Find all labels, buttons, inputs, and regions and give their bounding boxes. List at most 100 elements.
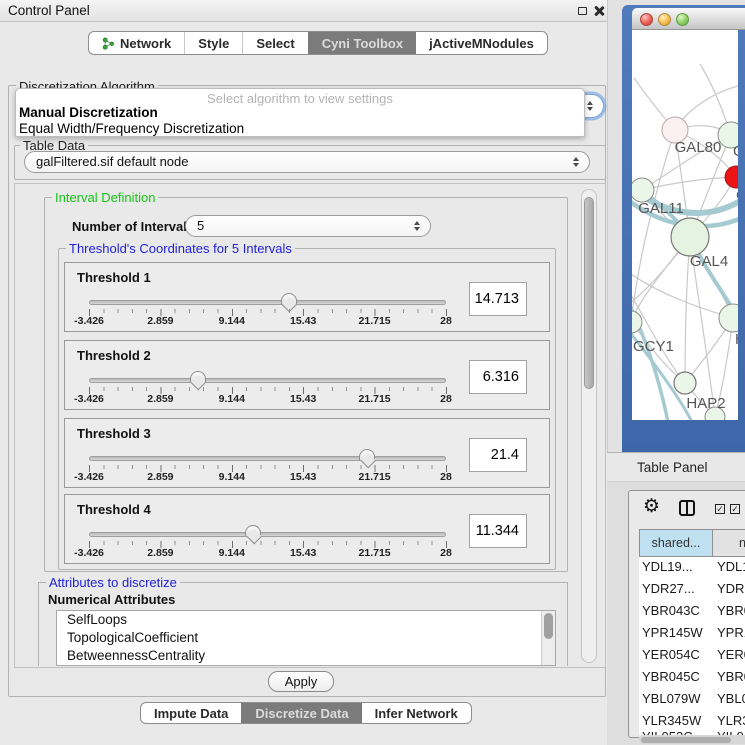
tick-label: 15.43 [290,315,316,327]
tick-label: 9.144 [219,315,245,327]
table-data-combobox[interactable]: galFiltered.sif default node [24,151,590,173]
apply-button[interactable]: Apply [268,671,334,692]
node-label-gcy1: GCY1 [633,338,674,355]
table-row[interactable]: YBR045CYBR0 [639,669,745,691]
threshold-3-panel: Threshold 3 -3.426 2.859 9.144 15.43 21.… [64,418,550,488]
network-canvas[interactable]: GAL80 G C GAL11 GAL4 GCY1 H HAP2 [632,30,738,420]
network-graph: GAL80 G C GAL11 GAL4 GCY1 H HAP2 [632,30,738,420]
tick-label: -3.426 [74,471,104,483]
algorithm-option-manual[interactable]: Manual Discretization [19,105,581,120]
table-row[interactable]: YDL19...YDL1 [639,559,745,581]
threshold-3-value-field[interactable]: 21.4 [469,438,527,472]
tab-discretize-data[interactable]: Discretize Data [241,703,361,723]
threshold-2-panel: Threshold 2 -3.426 2.859 9.144 15.43 21.… [64,340,550,410]
checkbox-icon[interactable]: ✓ [730,504,740,514]
threshold-2-label: Threshold 2 [77,348,151,363]
combo-arrows-icon [587,101,593,111]
number-of-intervals-combobox[interactable]: 5 [185,215,431,237]
tick-label: 28 [440,547,452,559]
tick-label: -3.426 [74,315,104,327]
number-of-intervals-label: Number of Intervals [72,219,194,234]
close-icon[interactable] [593,5,605,17]
node-label-clipped-top: G [733,143,738,160]
settings-vertical-scrollbar[interactable] [581,189,597,663]
tick-label: 21.715 [359,393,391,405]
app-root: { "window": { "title": "Control Panel" }… [0,0,745,745]
network-node-gal11[interactable] [632,178,654,202]
tick-label: -3.426 [74,393,104,405]
tick-label: 2.859 [147,315,173,327]
network-node-gal4[interactable] [671,218,709,256]
table-row[interactable]: YER054CYER0 [639,647,745,669]
tab-style[interactable]: Style [184,32,242,54]
node-label-gal11: GAL11 [638,200,684,217]
column-header-name[interactable]: n [713,529,745,557]
float-window-icon[interactable] [578,7,587,15]
scrollbar-thumb[interactable] [584,197,594,389]
close-traffic-light-icon[interactable] [640,13,653,26]
table-row[interactable]: YBL079WYBL0 [639,691,745,713]
threshold-1-value-field[interactable]: 14.713 [469,282,527,316]
split-view-icon[interactable] [679,500,695,516]
list-item[interactable]: TopologicalCoefficient [57,629,555,647]
table-horizontal-scrollbar[interactable] [639,735,745,744]
tick-label: 9.144 [219,393,245,405]
tick-label: 2.859 [147,393,173,405]
network-window-titlebar[interactable] [632,8,745,30]
network-node-hap2[interactable] [674,372,696,394]
threshold-4-value-field[interactable]: 11.344 [469,514,527,548]
tab-jactivemnodules[interactable]: jActiveMNodules [416,32,547,54]
tick-label: 9.144 [219,547,245,559]
threshold-2-value-field[interactable]: 6.316 [469,360,527,394]
list-vertical-scrollbar[interactable] [541,611,555,665]
network-node-clipped-low[interactable] [719,304,738,332]
control-panel-tabbar: Network Style Select Cyni Toolbox jActiv… [88,31,548,55]
slider-thumb[interactable] [245,525,261,536]
network-node-red[interactable] [725,166,738,188]
tick-label: 28 [440,471,452,483]
node-label-hap2: HAP2 [686,395,725,412]
slider-track[interactable] [89,300,446,305]
bottom-tabbar: Impute Data Discretize Data Infer Networ… [140,702,472,724]
node-label-clipped-mid: C [736,187,738,204]
column-header-shared-name[interactable]: shared... [639,529,713,557]
threshold-3-label: Threshold 3 [77,426,151,441]
slider-track[interactable] [89,532,446,537]
table-row[interactable]: YPR145WYPR1 [639,625,745,647]
slider-thumb[interactable] [359,449,375,460]
node-label-gal80: GAL80 [675,139,722,156]
threshold-1-label: Threshold 1 [77,270,151,285]
tick-label: 15.43 [290,547,316,559]
node-label-gal4: GAL4 [690,253,728,270]
table-row[interactable]: YBR043CYBR0 [639,603,745,625]
table-row[interactable]: YDR27...YDR2 [639,581,745,603]
list-item[interactable]: BetweennessCentrality [57,647,555,665]
numerical-attributes-list: SelfLoops TopologicalCoefficient Between… [56,610,556,666]
algorithm-option-equal-width[interactable]: Equal Width/Frequency Discretization [19,121,581,136]
tick-label: 15.43 [290,471,316,483]
slider-track[interactable] [89,456,446,461]
checkbox-icon[interactable]: ✓ [715,504,725,514]
threshold-4-panel: Threshold 4 -3.426 2.859 9.144 15.43 21.… [64,494,550,564]
minimize-traffic-light-icon[interactable] [658,13,671,26]
list-item[interactable]: SelfLoops [57,611,555,629]
slider-thumb[interactable] [281,293,297,304]
tick-label: 9.144 [219,471,245,483]
gear-icon[interactable]: ⚙ [643,495,660,518]
slider-track[interactable] [89,378,446,383]
tick-label: 28 [440,393,452,405]
tab-network[interactable]: Network [89,32,184,54]
tab-impute-data[interactable]: Impute Data [141,703,241,723]
tick-label: 28 [440,315,452,327]
tick-label: 21.715 [359,547,391,559]
scrollbar-thumb[interactable] [641,737,731,743]
combo-arrows-icon [573,157,579,167]
zoom-traffic-light-icon[interactable] [676,13,689,26]
tab-cyni-toolbox[interactable]: Cyni Toolbox [308,32,416,54]
tab-select[interactable]: Select [242,32,307,54]
slider-thumb[interactable] [190,371,206,382]
tab-infer-network[interactable]: Infer Network [362,703,471,723]
table-panel-container: ⚙ ✓ ✓ shared... n YDL19...YDL1 YDR27...Y… [628,490,745,738]
combo-arrows-icon [414,221,420,231]
scrollbar-thumb[interactable] [544,613,553,639]
